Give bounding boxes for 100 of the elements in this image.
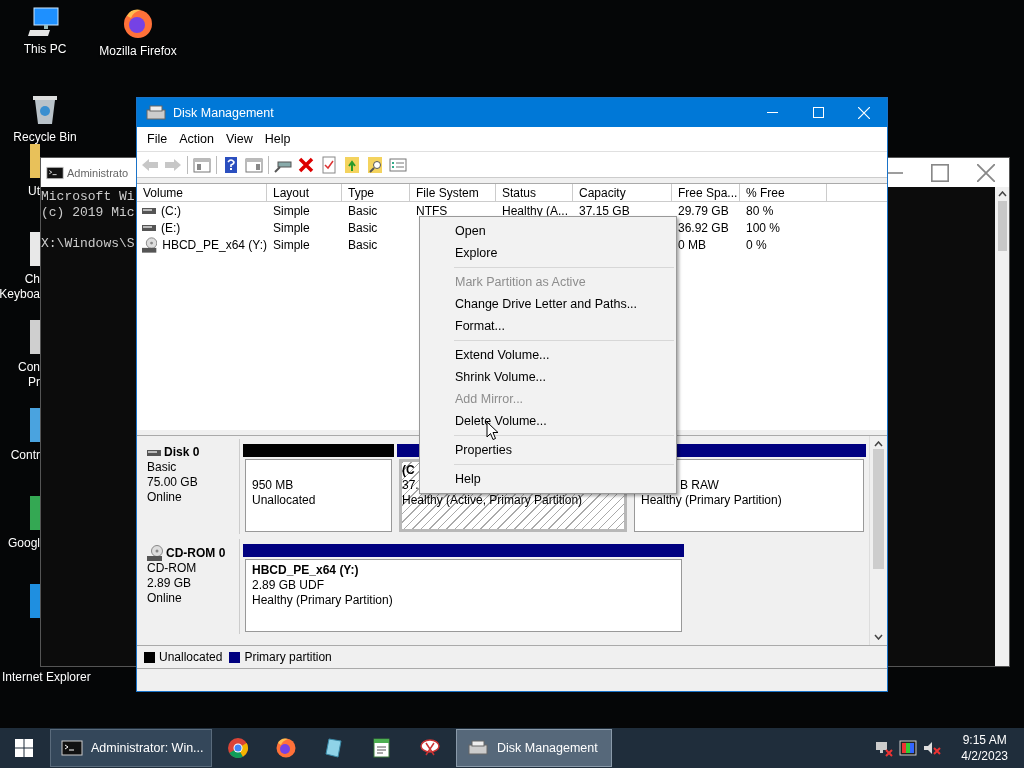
console-icon: [61, 737, 83, 759]
desktop-icon-label[interactable]: Recycle Bin: [13, 130, 77, 144]
table-cell: 100 %: [746, 220, 781, 235]
desktop-icon-label[interactable]: Internet Explorer: [2, 670, 91, 684]
menu-item[interactable]: Properties: [420, 439, 676, 461]
scroll-up-icon[interactable]: [997, 191, 1007, 197]
menu-item[interactable]: Extend Volume...: [420, 344, 676, 366]
notepad-icon: [371, 737, 393, 759]
partition-block[interactable]: 950 MB Unallocated: [245, 459, 392, 532]
legend-swatch: [229, 651, 241, 663]
start-icon[interactable]: [15, 739, 33, 757]
desktop-icon-label[interactable]: Ut: [28, 184, 40, 199]
crystal-icon: [323, 737, 345, 759]
desktop-icon-label[interactable]: Con Pr: [18, 360, 40, 390]
legend-label: Unallocated: [159, 650, 223, 664]
console-prompt: X:\Windows\S: [41, 236, 135, 252]
column-header[interactable]: Status: [496, 184, 573, 202]
cd-drive-icon: [142, 236, 158, 253]
partition-info: Healthy (Primary Partition): [252, 593, 393, 607]
table-cell: HBCD_PE_x64 (Y:): [162, 237, 267, 252]
partition-info: Unallocated: [252, 493, 316, 507]
colorful-circle-icon: [227, 737, 249, 759]
help-icon[interactable]: [222, 155, 240, 174]
column-header[interactable]: Layout: [267, 184, 342, 202]
desktop-icon-label[interactable]: Googl: [7, 536, 40, 551]
partition-block[interactable]: HBCD_PE_x64 (Y:) 2.89 GB UDF Healthy (Primary Partition): [245, 559, 682, 632]
list-icon[interactable]: [389, 155, 407, 174]
table-cell: 0 %: [746, 237, 767, 252]
partition-title: HBCD_PE_x64 (Y:): [252, 563, 359, 577]
menu-item[interactable]: Help: [258, 129, 297, 149]
partition-info: Healthy (Primary Partition): [641, 493, 782, 507]
table-cell: Simple: [273, 203, 310, 218]
menu-item[interactable]: Change Drive Letter and Paths...: [420, 293, 676, 315]
partition-info: B RAW: [680, 478, 719, 492]
menu-item[interactable]: Format...: [420, 315, 676, 337]
partition-info: 37.: [402, 478, 419, 492]
column-header[interactable]: File System: [410, 184, 496, 202]
console-line: Microsoft Wi: [41, 189, 135, 205]
scrollbar-thumb[interactable]: [997, 201, 1007, 251]
column-header[interactable]: % Free: [740, 184, 827, 202]
disk-detail: Online: [147, 591, 183, 606]
menu-item[interactable]: Shrink Volume...: [420, 366, 676, 388]
legend-label: Primary partition: [244, 650, 332, 664]
menu-item[interactable]: Open: [420, 220, 676, 242]
folder-up-icon[interactable]: [343, 155, 361, 174]
console-line: (c) 2019 Mic: [41, 205, 135, 221]
scroll-down-icon[interactable]: [874, 634, 883, 640]
taskbar-button[interactable]: Disk Management: [456, 729, 612, 767]
disk-name: Disk 0: [164, 445, 200, 460]
menu-item[interactable]: Action: [173, 129, 220, 149]
table-cell: 36.92 GB: [678, 220, 729, 235]
close-icon[interactable]: [977, 163, 995, 182]
menu-item[interactable]: Explore: [420, 242, 676, 264]
table-cell: NTFS: [416, 203, 448, 218]
menu-item[interactable]: Delete Volume...: [420, 410, 676, 432]
table-cell: 0 MB: [678, 237, 706, 252]
table-cell: Simple: [273, 220, 310, 235]
table-cell: 29.79 GB: [678, 203, 729, 218]
desktop-icon-label[interactable]: Contr: [10, 448, 40, 463]
column-header[interactable]: Capacity: [573, 184, 672, 202]
window-title: Disk Management: [173, 105, 274, 120]
checked-document-icon[interactable]: [320, 155, 338, 174]
disk-detail: 2.89 GB: [147, 576, 193, 591]
menu-item[interactable]: File: [141, 129, 174, 149]
console-tree-icon[interactable]: [193, 155, 211, 174]
desktop-icon-label[interactable]: Ch Keyboa: [0, 272, 40, 302]
table-cell: 80 %: [746, 203, 774, 218]
table-cell: Simple: [273, 237, 310, 252]
disk-detail: Basic: [147, 460, 178, 475]
window-title: Administrato: [67, 166, 129, 179]
legend-swatch: [144, 651, 155, 663]
column-header[interactable]: Free Spa...: [672, 184, 740, 202]
scroll-up-icon[interactable]: [874, 441, 883, 447]
partition-title: (C: [402, 463, 415, 477]
folder-search-icon[interactable]: [366, 155, 384, 174]
table-cell: (E:): [161, 220, 181, 235]
table-cell: Basic: [348, 237, 378, 252]
color-display-icon[interactable]: [899, 739, 918, 757]
taskbar-button[interactable]: Administrator: Win...: [50, 729, 212, 767]
partition-block[interactable]: B RAW Healthy (Primary Partition): [634, 459, 864, 532]
desktop-icon-label[interactable]: This PC: [23, 42, 67, 56]
recycle-bin-icon: [31, 94, 59, 126]
disk-detail: 75.00 GB: [147, 475, 199, 490]
partition-info: 2.89 GB UDF: [252, 578, 325, 592]
menu-item[interactable]: View: [219, 129, 259, 149]
maximize-icon[interactable]: [931, 163, 949, 182]
column-header[interactable]: Volume: [137, 184, 267, 202]
action-pane-icon[interactable]: [245, 155, 263, 174]
computer-icon: [28, 6, 62, 38]
column-header[interactable]: Type: [342, 184, 410, 202]
network-error-icon[interactable]: [875, 739, 894, 757]
cd-drive-icon: [147, 545, 163, 561]
clock-date[interactable]: 4/2/2023: [961, 748, 1008, 764]
partition-info: Healthy (Active, Primary Partition): [402, 493, 583, 507]
delete-icon[interactable]: [297, 155, 315, 174]
minimize-icon[interactable]: [766, 112, 778, 113]
table-cell: Basic: [348, 220, 378, 235]
clock-time[interactable]: 9:15 AM: [962, 732, 1007, 748]
desktop-icon-label[interactable]: Mozilla Firefox: [99, 44, 177, 58]
scrollbar-thumb[interactable]: [873, 449, 884, 569]
